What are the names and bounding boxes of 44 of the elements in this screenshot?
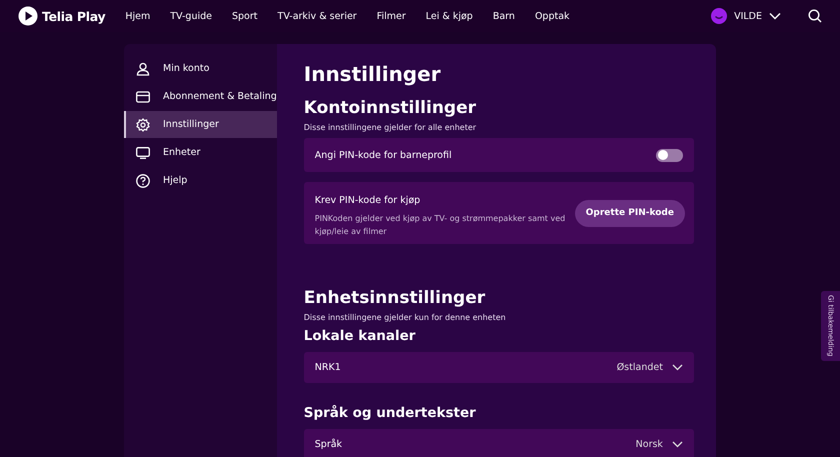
sidebar-item[interactable]: Min konto — [124, 55, 277, 82]
sidebar-item[interactable]: Enheter — [124, 139, 277, 166]
help-icon — [136, 174, 150, 188]
logo-text[interactable]: Telia Play — [42, 8, 106, 24]
create-pin-button[interactable]: Oprette PIN-kode — [574, 200, 685, 226]
user-name[interactable]: VILDE — [734, 10, 762, 22]
chevron-down-icon — [672, 364, 683, 371]
section-title: Enhetsinnstillinger — [304, 288, 486, 308]
nav-link[interactable]: TV-arkiv & serier — [268, 10, 367, 22]
select-value: Norsk — [636, 439, 663, 450]
sidebar-item[interactable]: Innstillinger — [124, 111, 277, 138]
nav-link[interactable]: Opptak — [524, 10, 580, 22]
search-icon[interactable] — [808, 9, 822, 23]
card-icon — [136, 90, 150, 102]
tv-icon — [136, 146, 150, 158]
play-logo-icon[interactable] — [18, 6, 38, 26]
setting-label: Angi PIN-kode for barneprofil — [314, 150, 452, 160]
nav-link[interactable]: Sport — [222, 10, 268, 22]
subsection-title: Språk og undertekster — [304, 405, 477, 421]
subsection-title: Lokale kanaler — [304, 328, 416, 344]
nav-link[interactable]: Lei & kjøp — [416, 10, 483, 22]
setting-label: NRK1 — [314, 362, 341, 373]
select-row[interactable]: NRK1 Østlandet — [304, 352, 694, 383]
nav-link[interactable]: Filmer — [366, 10, 416, 22]
setting-description: PINKoden gjelder ved kjøp av TV- og strømmepakker samt ved kjøp/leie av filmer — [314, 212, 566, 238]
select-row[interactable]: Språk Norsk — [304, 429, 694, 457]
setting-label: Krev PIN-kode for kjøp — [314, 194, 420, 206]
sidebar-item[interactable]: Hjelp — [124, 167, 277, 194]
select-value: Østlandet — [616, 362, 663, 373]
page-title: Innstillinger — [304, 62, 442, 86]
chevron-down-icon[interactable] — [769, 12, 781, 20]
avatar-icon[interactable] — [711, 8, 728, 24]
toggle-switch[interactable] — [656, 148, 683, 162]
section-subtitle: Disse innstillingene gjelder for alle enheter — [304, 123, 478, 132]
gear-icon — [136, 118, 150, 132]
nav-link[interactable]: TV-guide — [160, 10, 222, 22]
nav-link[interactable]: Hjem — [115, 10, 160, 22]
nav-link[interactable]: Barn — [482, 10, 525, 22]
sidebar-item[interactable]: Abonnement & Betaling — [124, 83, 277, 110]
section-subtitle: Disse innstillingene gjelder kun for denne enheten — [304, 313, 507, 322]
setting-label: Språk — [314, 439, 342, 450]
section-title: Kontoinnstillinger — [304, 98, 477, 118]
user-icon — [136, 62, 150, 76]
chevron-down-icon — [672, 441, 683, 448]
